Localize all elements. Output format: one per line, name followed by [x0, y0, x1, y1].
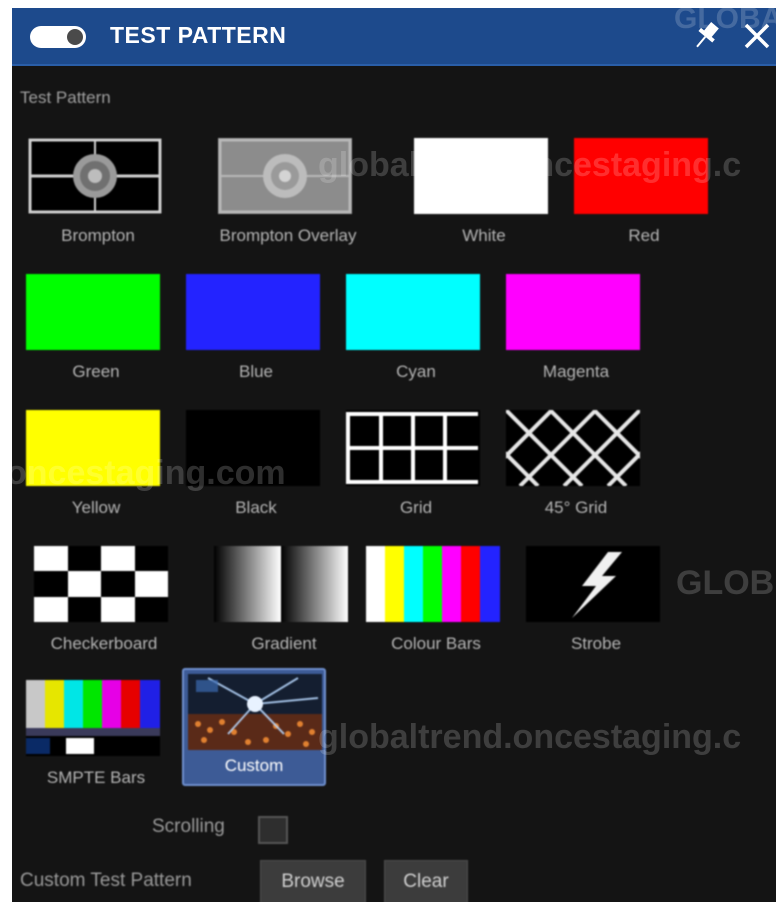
gradient-pattern-icon — [214, 546, 348, 622]
colour-bars-pattern-icon — [366, 546, 500, 622]
pattern-tile-brompton[interactable]: Brompton — [18, 134, 168, 254]
yellow-swatch — [26, 410, 160, 486]
brompton-overlay-pattern-icon — [218, 138, 352, 214]
pattern-tile-magenta[interactable]: Magenta — [496, 270, 646, 390]
pattern-label: Custom — [224, 756, 284, 775]
pattern-tile-red[interactable]: Red — [564, 134, 714, 254]
pattern-label: Brompton — [61, 226, 135, 245]
pattern-tile-smpte-bars[interactable]: SMPTE Bars — [16, 676, 166, 796]
custom-test-pattern-label: Custom Test Pattern — [20, 870, 192, 891]
grid-pattern-icon — [346, 410, 480, 486]
pattern-label: Gradient — [251, 634, 317, 653]
pattern-label: Grid — [399, 498, 433, 517]
scrolling-checkbox[interactable] — [258, 816, 288, 844]
pattern-tile-yellow[interactable]: Yellow — [16, 406, 166, 526]
pattern-tile-strobe[interactable]: Strobe — [516, 542, 666, 662]
pattern-tile-gradient[interactable]: Gradient — [204, 542, 354, 662]
pattern-label: Red — [628, 226, 660, 245]
pattern-tile-custom[interactable]: Custom — [182, 668, 326, 786]
pattern-tile-white[interactable]: White — [404, 134, 554, 254]
strobe-pattern-icon — [526, 546, 660, 622]
black-swatch — [186, 410, 320, 486]
custom-image-pattern-icon — [188, 674, 322, 750]
pattern-tile-colour-bars[interactable]: Colour Bars — [356, 542, 506, 662]
checkerboard-pattern-icon — [34, 546, 168, 622]
pattern-tile-45-grid[interactable]: 45° Grid — [496, 406, 646, 526]
toggle-knob — [67, 29, 83, 45]
pattern-label: SMPTE Bars — [46, 768, 146, 787]
close-icon[interactable] — [738, 16, 776, 56]
pattern-label: White — [462, 226, 506, 245]
white-swatch — [414, 138, 548, 214]
brompton-pattern-icon — [28, 138, 162, 214]
title-bar: TEST PATTERN — [12, 8, 776, 66]
red-swatch — [574, 138, 708, 214]
pattern-tile-green[interactable]: Green — [16, 270, 166, 390]
blue-swatch — [186, 274, 320, 350]
clear-button[interactable]: Clear — [384, 860, 468, 902]
section-label: Test Pattern — [20, 88, 111, 107]
pattern-label: Cyan — [396, 362, 436, 381]
test-pattern-window: TEST PATTERN Test Pattern Brompton Bromp… — [12, 8, 776, 902]
content-panel: Test Pattern Brompton Brompton Overlay W… — [12, 68, 776, 902]
pattern-label: Brompton Overlay — [219, 226, 357, 245]
pattern-label: Blue — [238, 362, 274, 381]
browse-button[interactable]: Browse — [260, 860, 366, 902]
scrolling-label: Scrolling — [152, 816, 225, 837]
cyan-swatch — [346, 274, 480, 350]
pattern-tile-black[interactable]: Black — [176, 406, 326, 526]
pattern-label: Colour Bars — [391, 634, 481, 653]
green-swatch — [26, 274, 160, 350]
pin-icon[interactable] — [688, 18, 724, 54]
magenta-swatch — [506, 274, 640, 350]
pattern-label: Strobe — [570, 634, 622, 653]
pattern-label: 45° Grid — [544, 498, 608, 517]
pattern-tile-blue[interactable]: Blue — [176, 270, 326, 390]
pattern-label: Magenta — [542, 362, 610, 381]
diagonal-grid-pattern-icon — [506, 410, 640, 486]
pattern-tile-cyan[interactable]: Cyan — [336, 270, 486, 390]
pattern-tile-grid[interactable]: Grid — [336, 406, 486, 526]
pattern-tile-checkerboard[interactable]: Checkerboard — [24, 542, 174, 662]
enable-toggle[interactable] — [30, 26, 86, 48]
pattern-label: Black — [235, 498, 277, 517]
window-title: TEST PATTERN — [110, 22, 287, 48]
pattern-label: Checkerboard — [50, 634, 158, 653]
pattern-tile-brompton-overlay[interactable]: Brompton Overlay — [208, 134, 358, 254]
smpte-bars-pattern-icon — [26, 680, 160, 756]
pattern-label: Yellow — [71, 498, 121, 517]
pattern-label: Green — [72, 362, 120, 381]
